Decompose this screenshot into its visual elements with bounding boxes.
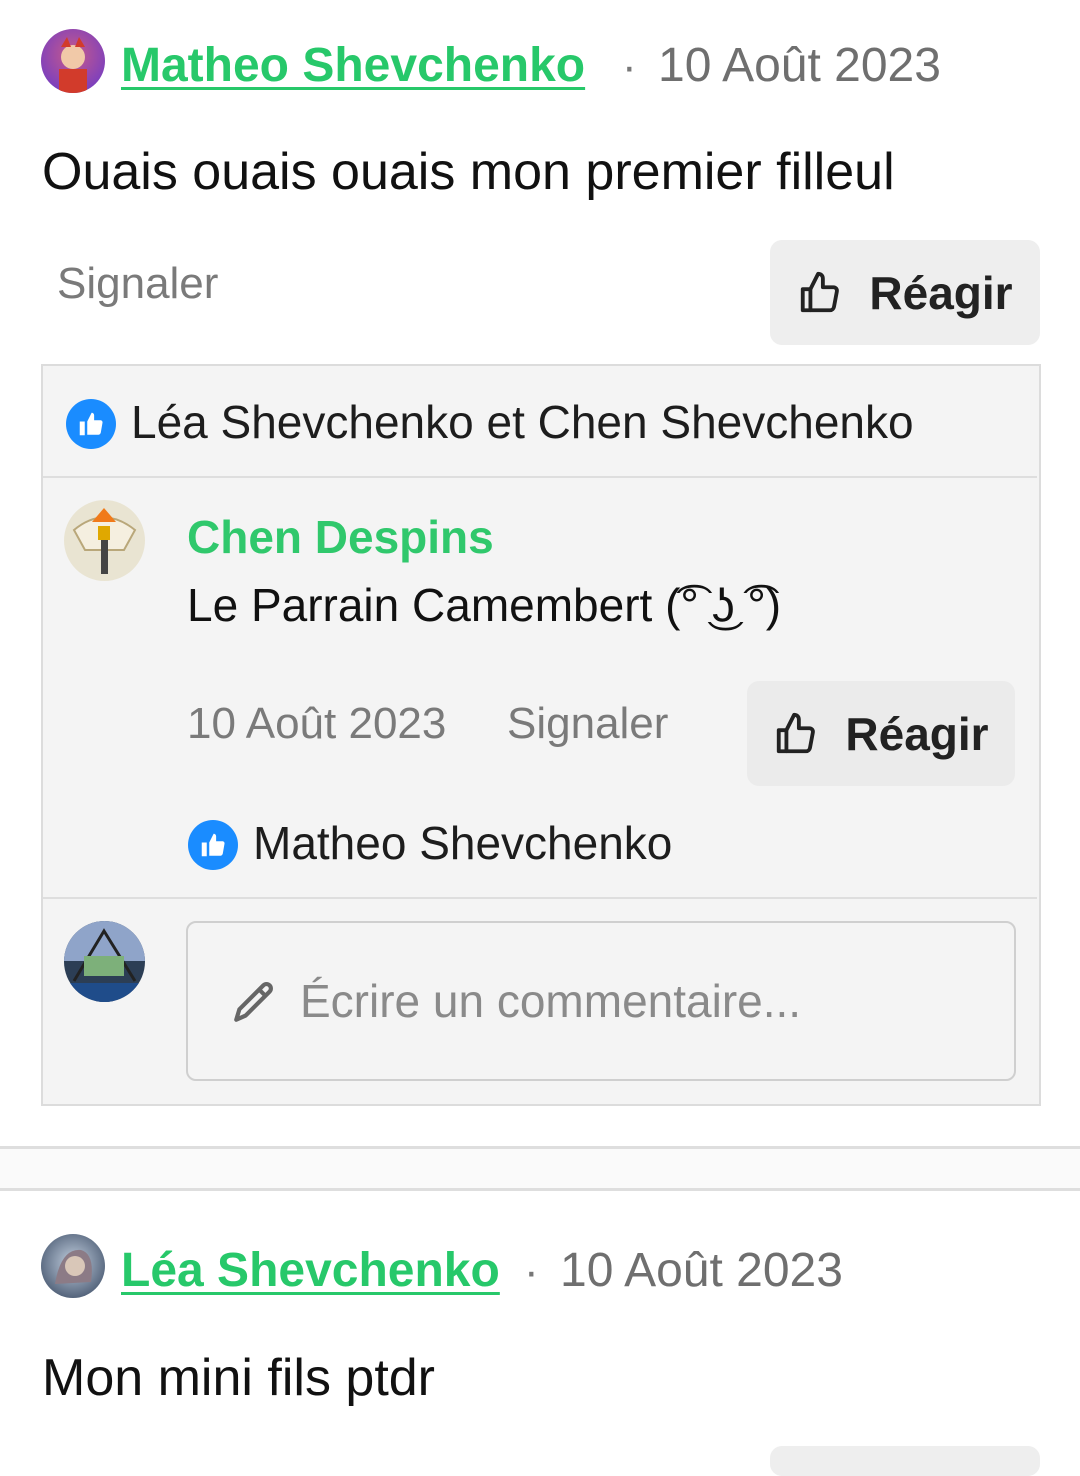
react-button-label: Réagir — [869, 266, 1013, 319]
comment-input-box[interactable] — [186, 921, 1016, 1081]
meta-separator: · — [622, 42, 637, 91]
post-text: Mon mini fils ptdr — [42, 1349, 435, 1407]
post-separator — [0, 1146, 1080, 1191]
reply-report-link[interactable]: Signaler — [507, 699, 668, 749]
react-button[interactable]: Réagir — [770, 240, 1040, 345]
avatar-chen[interactable] — [64, 500, 145, 581]
post-author-link[interactable]: Matheo Shevchenko — [121, 38, 585, 93]
reply-text: Le Parrain Camembert (͡° ͜ʖ ͡°) — [187, 579, 782, 631]
report-link[interactable]: Signaler — [57, 259, 218, 309]
post-text: Ouais ouais ouais mon premier filleul — [42, 143, 895, 201]
meta-separator: · — [524, 1247, 539, 1296]
thumbs-up-outline-icon — [777, 712, 816, 753]
avatar-current-user[interactable] — [64, 921, 145, 1002]
post-date: 10 Août 2023 — [658, 39, 941, 92]
reply-react-button[interactable]: Réagir — [747, 681, 1015, 786]
post-date: 10 Août 2023 — [560, 1244, 843, 1297]
thumbs-up-outline-icon — [801, 271, 840, 312]
thumbs-up-badge-icon — [188, 820, 238, 870]
panel-divider — [43, 476, 1037, 478]
avatar-matheo[interactable] — [41, 29, 105, 93]
panel-divider — [43, 897, 1037, 899]
thumbs-up-badge-icon — [66, 399, 116, 449]
reply-author[interactable]: Chen Despins — [187, 510, 494, 564]
post-author-link[interactable]: Léa Shevchenko — [121, 1243, 500, 1298]
avatar-lea[interactable] — [41, 1234, 105, 1298]
comment-input[interactable] — [298, 973, 942, 1029]
reply-reactors[interactable]: Matheo Shevchenko — [253, 816, 672, 870]
pencil-icon — [234, 982, 273, 1022]
reply-date: 10 Août 2023 — [187, 699, 447, 748]
post-reactors[interactable]: Léa Shevchenko et Chen Shevchenko — [131, 395, 914, 449]
reply-react-button-label: Réagir — [845, 707, 989, 760]
react-button[interactable] — [770, 1446, 1040, 1476]
